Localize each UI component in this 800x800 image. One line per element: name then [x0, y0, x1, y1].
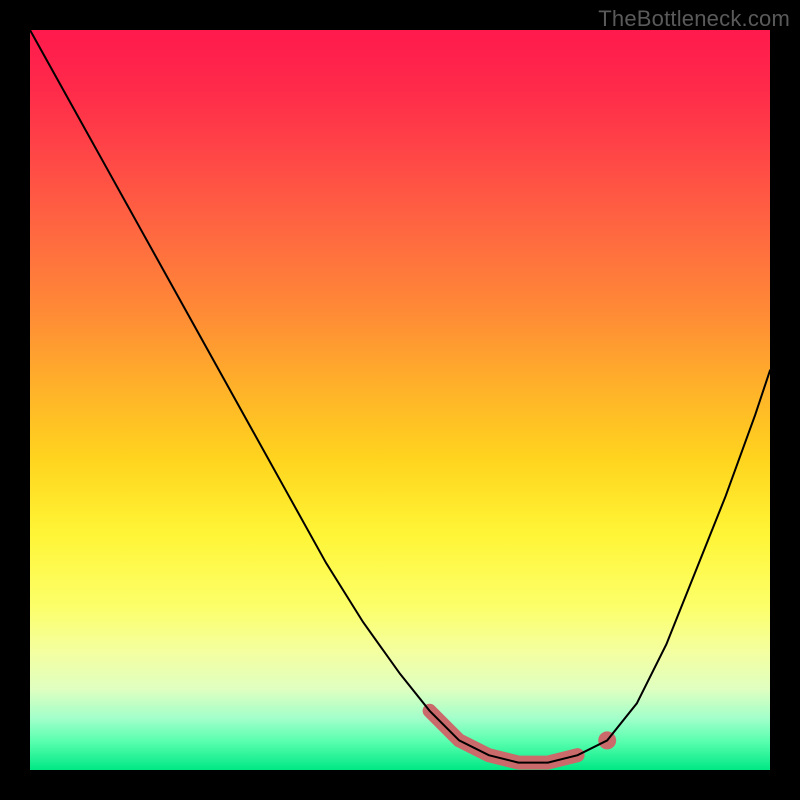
plot-area [30, 30, 770, 770]
watermark-text: TheBottleneck.com [598, 6, 790, 32]
bottleneck-curve-path [30, 30, 770, 763]
chart-frame: TheBottleneck.com [0, 0, 800, 800]
emphasis-minimum-region [430, 711, 578, 763]
curve-svg [30, 30, 770, 770]
